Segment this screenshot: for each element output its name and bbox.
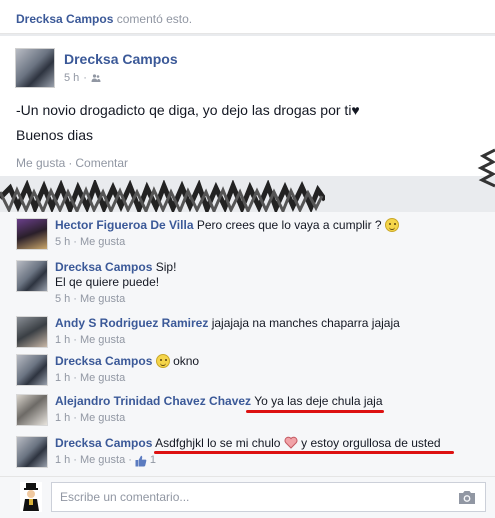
comment-meta: 5 h · Me gusta (55, 235, 485, 250)
comment-meta: 1 h · Me gusta · 1 (55, 453, 485, 468)
post-text-line-2: Buenos dias (16, 127, 94, 143)
post-meta: 5 h · (64, 72, 101, 84)
like-button[interactable]: Me gusta (16, 156, 65, 170)
heart-emoji-icon (284, 436, 298, 449)
meta-separator: · (83, 72, 87, 84)
post-text-line-1: -Un novio drogadicto qe diga, yo dejo la… (16, 102, 360, 118)
censor-scribble-edge (477, 148, 495, 188)
commenter-avatar[interactable] (16, 260, 48, 292)
comment-text: Yo ya las deje chula jaja (254, 394, 383, 408)
comment-meta: 1 h · Me gusta (55, 411, 485, 426)
story-actor-link[interactable]: Drecksa Campos (16, 12, 113, 26)
meta-separator: · (73, 236, 77, 248)
comment-like-button[interactable]: Me gusta (80, 371, 125, 386)
current-user-avatar (20, 482, 42, 512)
comment-body: Drecksa Campos Sip! El qe quiere puede! … (55, 260, 485, 307)
commenter-name-link[interactable]: Drecksa Campos (55, 354, 152, 368)
comment-like-button[interactable]: Me gusta (80, 411, 125, 426)
meta-separator: · (73, 454, 77, 466)
smile-emoji-icon (384, 218, 399, 232)
comment-timestamp[interactable]: 1 h (55, 453, 70, 468)
commenter-name-link[interactable]: Hector Figueroa De Villa (55, 218, 194, 232)
red-underline (154, 451, 454, 454)
comment-text: Asdfghjkl lo se mi chulo (155, 436, 281, 450)
comment-body: Hector Figueroa De Villa Pero crees que … (55, 218, 485, 250)
commenter-avatar[interactable] (16, 394, 48, 426)
comment-composer (0, 476, 495, 518)
meta-separator: · (73, 412, 77, 424)
commenter-avatar[interactable] (16, 218, 48, 250)
post-card: Drecksa Campos 5 h · -Un novio drogadict… (0, 36, 495, 176)
commenter-avatar[interactable] (16, 436, 48, 468)
friends-audience-icon[interactable] (91, 73, 101, 83)
comment-body: Andy S Rodriguez Ramirez jajajaja na man… (55, 316, 485, 348)
post-timestamp[interactable]: 5 h (64, 72, 79, 84)
author-avatar[interactable] (15, 48, 55, 88)
comment-text-continued: y estoy orgullosa de usted (301, 436, 441, 450)
smile-emoji-icon (155, 354, 170, 368)
comment-text: okno (173, 354, 200, 368)
meta-separator: · (73, 293, 77, 305)
commenter-avatar[interactable] (16, 354, 48, 386)
comment-text-line-2: El qe quiere puede! (55, 275, 160, 289)
red-underline (246, 410, 384, 413)
comment-timestamp[interactable]: 5 h (55, 292, 70, 307)
comment-like-button[interactable]: Me gusta (80, 333, 125, 348)
comment-button[interactable]: Comentar (75, 156, 128, 170)
like-count[interactable]: 1 (150, 453, 156, 468)
commenter-name-link[interactable]: Alejandro Trinidad Chavez Chavez (55, 394, 251, 408)
post-author-link[interactable]: Drecksa Campos (64, 51, 178, 67)
comment-timestamp[interactable]: 1 h (55, 411, 70, 426)
commenter-name-link[interactable]: Drecksa Campos (55, 436, 152, 450)
comment-timestamp[interactable]: 1 h (55, 333, 70, 348)
comment-timestamp[interactable]: 1 h (55, 371, 70, 386)
comment-like-button[interactable]: Me gusta (80, 235, 125, 250)
comment-meta: 5 h · Me gusta (55, 292, 485, 307)
comment-text: jajajaja na manches chaparra jajaja (211, 316, 400, 330)
comments-section: Hector Figueroa De Villa Pero crees que … (0, 212, 495, 476)
comment-meta: 1 h · Me gusta (55, 371, 485, 386)
comment-like-button[interactable]: Me gusta (80, 292, 125, 307)
comment-text: Pero crees que lo vaya a cumplir ? (196, 218, 382, 232)
comment-text: Sip! (155, 260, 177, 274)
camera-icon[interactable] (458, 489, 476, 505)
meta-separator: · (128, 454, 132, 466)
commenter-name-link[interactable]: Andy S Rodriguez Ramirez (55, 316, 208, 330)
comment-timestamp[interactable]: 5 h (55, 235, 70, 250)
meta-separator: · (73, 334, 77, 346)
comment-input[interactable] (51, 482, 486, 512)
comment-body: Drecksa Campos okno 1 h · Me gusta (55, 354, 485, 386)
meta-separator: · (73, 372, 77, 384)
commenter-name-link[interactable]: Drecksa Campos (55, 260, 152, 274)
commenter-avatar[interactable] (16, 316, 48, 348)
comment-like-button[interactable]: Me gusta (80, 453, 125, 468)
story-header: Drecksa Campos comentó esto. (0, 0, 495, 34)
thumbs-up-icon[interactable] (135, 455, 147, 467)
actions-separator: · (68, 156, 73, 170)
comment-meta: 1 h · Me gusta (55, 333, 485, 348)
censor-scribble (0, 180, 325, 216)
post-actions: Me gusta · Comentar (16, 156, 128, 170)
story-action: comentó esto. (116, 12, 193, 26)
story-line: Drecksa Campos comentó esto. (16, 12, 192, 26)
